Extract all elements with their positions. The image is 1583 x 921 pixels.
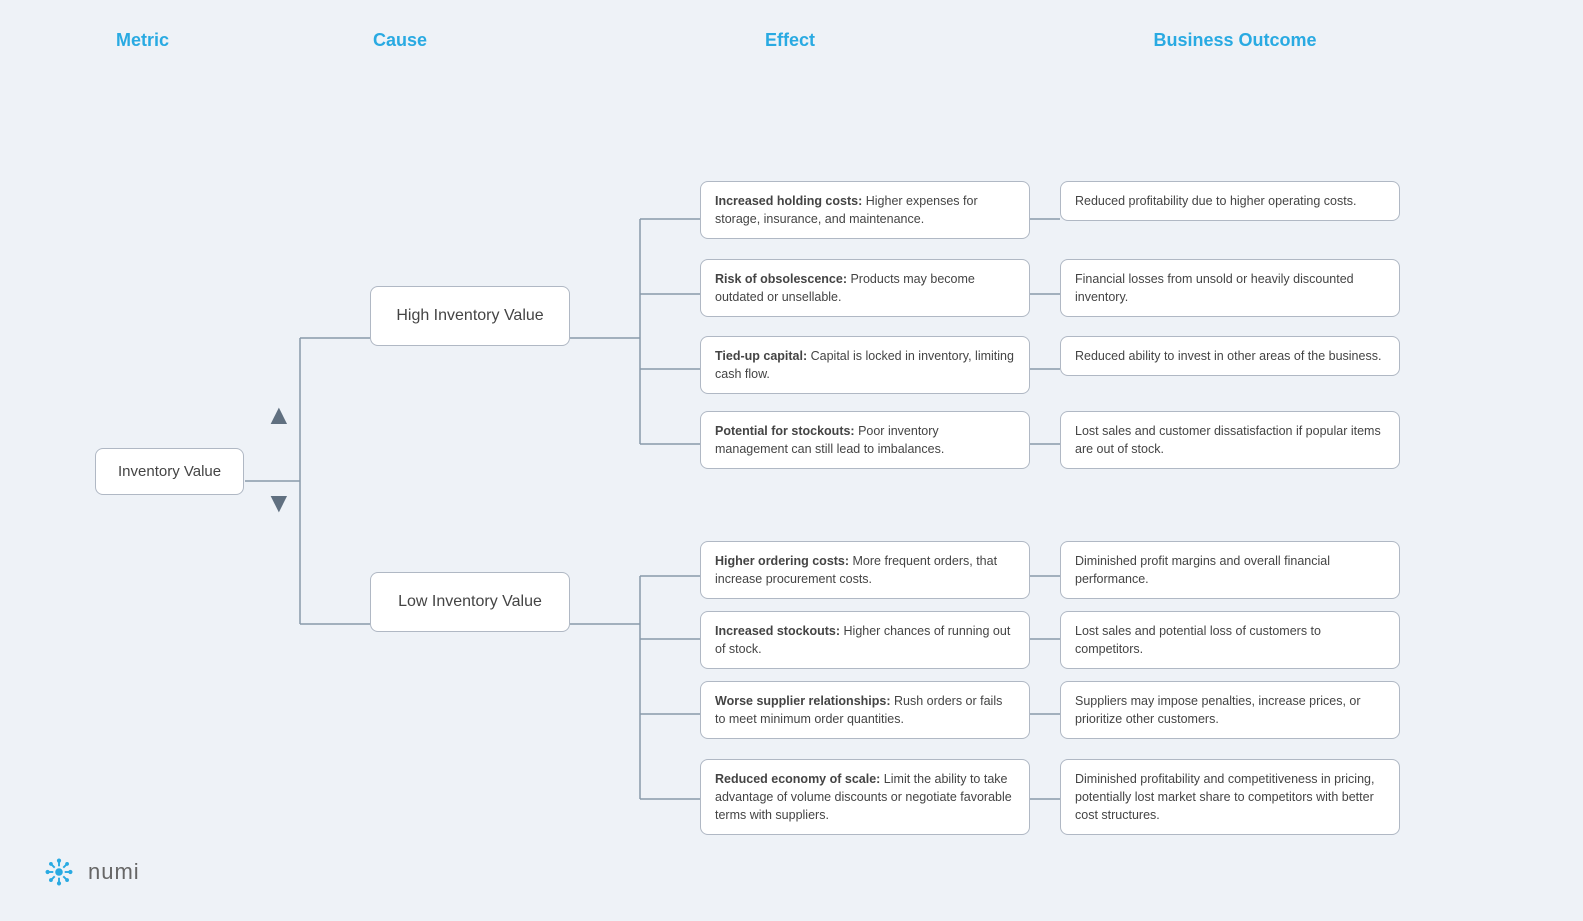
- low-outcome-4: Diminished profitability and competitive…: [1060, 759, 1400, 835]
- low-outcome-2: Lost sales and potential loss of custome…: [1060, 611, 1400, 669]
- high-outcome-2: Financial losses from unsold or heavily …: [1060, 259, 1400, 317]
- high-cause-label: High Inventory Value: [396, 307, 543, 324]
- high-effect-2: Risk of obsolescence: Products may becom…: [700, 259, 1030, 317]
- high-effect-4: Potential for stockouts: Poor inventory …: [700, 411, 1030, 469]
- high-effect-4-bold: Potential for stockouts:: [715, 424, 855, 438]
- numi-logo-icon: [40, 853, 78, 891]
- header-outcome: Business Outcome: [1025, 30, 1445, 51]
- high-cause-box: High Inventory Value: [370, 286, 570, 346]
- low-cause-box: Low Inventory Value: [370, 572, 570, 632]
- high-effect-1-bold: Increased holding costs:: [715, 194, 862, 208]
- low-effect-4: Reduced economy of scale: Limit the abil…: [700, 759, 1030, 835]
- logo-area: numi: [40, 853, 140, 891]
- low-cause-label: Low Inventory Value: [398, 593, 542, 610]
- high-effect-1: Increased holding costs: Higher expenses…: [700, 181, 1030, 239]
- high-outcome-4: Lost sales and customer dissatisfaction …: [1060, 411, 1400, 469]
- low-outcome-1: Diminished profit margins and overall fi…: [1060, 541, 1400, 599]
- header-metric: Metric: [40, 30, 245, 51]
- high-outcome-3: Reduced ability to invest in other areas…: [1060, 336, 1400, 376]
- logo-text: numi: [88, 859, 140, 885]
- low-outcome-3: Suppliers may impose penalties, increase…: [1060, 681, 1400, 739]
- low-effect-1-bold: Higher ordering costs:: [715, 554, 849, 568]
- low-effect-2-bold: Increased stockouts:: [715, 624, 840, 638]
- high-effect-3: Tied-up capital: Capital is locked in in…: [700, 336, 1030, 394]
- metric-label: Inventory Value: [118, 463, 221, 480]
- low-effect-1: Higher ordering costs: More frequent ord…: [700, 541, 1030, 599]
- high-effect-2-bold: Risk of obsolescence:: [715, 272, 847, 286]
- arrow-down: ▼: [265, 489, 293, 517]
- metric-box: Inventory Value: [95, 448, 244, 495]
- low-effect-2: Increased stockouts: Higher chances of r…: [700, 611, 1030, 669]
- arrow-up: ▲: [265, 401, 293, 429]
- low-effect-3-bold: Worse supplier relationships:: [715, 694, 891, 708]
- high-outcome-1: Reduced profitability due to higher oper…: [1060, 181, 1400, 221]
- low-effect-4-bold: Reduced economy of scale:: [715, 772, 880, 786]
- diagram-container: ▲ ▼ Inventory Value High Inventory Value…: [40, 81, 1543, 881]
- high-effect-3-bold: Tied-up capital:: [715, 349, 807, 363]
- low-effect-3: Worse supplier relationships: Rush order…: [700, 681, 1030, 739]
- header-cause: Cause: [245, 30, 555, 51]
- header-effect: Effect: [555, 30, 1025, 51]
